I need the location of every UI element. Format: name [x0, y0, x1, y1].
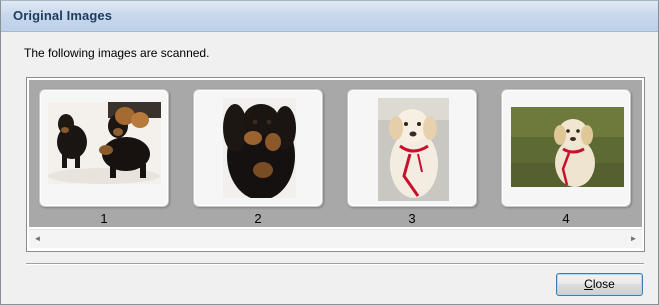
horizontal-scrollbar[interactable]: ◄ ► [29, 229, 642, 248]
separator-line [26, 263, 644, 265]
thumbnail-1-image [48, 102, 161, 184]
thumbnail-4[interactable] [501, 89, 631, 207]
title-bar: Original Images [1, 1, 658, 32]
description-label: The following images are scanned. [24, 46, 210, 60]
thumbnail-3-number: 3 [408, 211, 416, 226]
thumbnail-4-number: 4 [562, 211, 570, 226]
thumbnail-strip: 1 2 3 4 [29, 80, 642, 227]
close-button[interactable]: Close [556, 273, 643, 296]
close-button-label: lose [592, 277, 615, 291]
close-button-mnemonic: C [584, 277, 593, 291]
thumbnail-4-image [511, 107, 624, 187]
window-title: Original Images [13, 8, 113, 23]
thumbnail-3-image [378, 98, 449, 201]
thumbnail-3[interactable] [347, 89, 477, 207]
scroll-right-arrow-icon[interactable]: ► [625, 230, 642, 248]
thumbnail-2-number: 2 [254, 211, 262, 226]
thumbnail-2-image [223, 98, 296, 198]
thumbnail-1-number: 1 [100, 211, 108, 226]
original-images-dialog: Original Images The following images are… [0, 0, 659, 305]
thumbnail-2[interactable] [193, 89, 323, 207]
thumbnail-1[interactable] [39, 89, 169, 207]
scroll-left-arrow-icon[interactable]: ◄ [29, 230, 46, 248]
thumbnail-panel: 1 2 3 4 ◄ ► [26, 77, 645, 252]
